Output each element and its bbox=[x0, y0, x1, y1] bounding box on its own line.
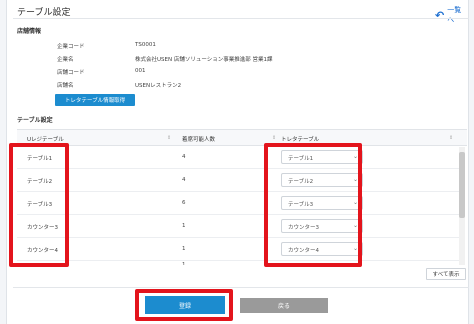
back-arrow-icon: ↶ bbox=[435, 8, 445, 22]
highlight-uregi-column bbox=[9, 143, 69, 267]
table-row: 1 bbox=[17, 261, 460, 265]
company-name-value: 株式会社USEN 店舗ソリューション事業推進部 営業1課 bbox=[135, 57, 273, 63]
footer-divider bbox=[13, 287, 469, 288]
table-row: カウンター4 1 カウンター4 ⌄ bbox=[17, 238, 460, 261]
seat-count-cell: 1 bbox=[182, 223, 186, 229]
table-header: Uレジテーブル ⇕ 着席可能人数 ⇕ トレタテーブル ⇕ bbox=[17, 130, 467, 146]
sort-icon[interactable]: ⇕ bbox=[449, 135, 453, 141]
company-name-label: 企業名 bbox=[57, 57, 74, 63]
fetch-toreta-tables-button[interactable]: トレタテーブル情報取得 bbox=[55, 94, 135, 106]
sort-icon[interactable]: ⇕ bbox=[167, 135, 171, 141]
highlight-toreta-column bbox=[264, 143, 362, 267]
table-scrollbar-thumb[interactable] bbox=[459, 152, 465, 218]
header-divider bbox=[13, 18, 469, 19]
table-row: テーブル1 4 テーブル1 ⌄ bbox=[17, 146, 460, 169]
table-row: テーブル2 4 テーブル2 ⌄ bbox=[17, 169, 460, 192]
main-panel: テーブル設定 ↶ 一覧へ 店舗情報 企業コード TS0001 企業名 株式会社U… bbox=[6, 0, 469, 324]
store-name-value: USENレストラン2 bbox=[135, 83, 182, 89]
col-uregi-table[interactable]: Uレジテーブル bbox=[27, 135, 64, 143]
seat-count-cell: 6 bbox=[182, 200, 186, 206]
sort-icon[interactable]: ⇕ bbox=[272, 135, 276, 141]
back-to-list-link[interactable]: ↶ 一覧へ bbox=[435, 5, 468, 25]
seat-count-cell: 4 bbox=[182, 177, 186, 183]
show-all-button[interactable]: すべて表示 bbox=[426, 268, 466, 280]
col-toreta-table[interactable]: トレタテーブル bbox=[281, 135, 319, 143]
store-code-value: 001 bbox=[135, 68, 146, 74]
col-seat-count[interactable]: 着席可能人数 bbox=[182, 135, 215, 143]
company-code-value: TS0001 bbox=[135, 42, 156, 48]
app-frame: テーブル設定 ↶ 一覧へ 店舗情報 企業コード TS0001 企業名 株式会社U… bbox=[0, 0, 474, 324]
page-title: テーブル設定 bbox=[17, 8, 71, 18]
table-settings-heading: テーブル設定 bbox=[17, 117, 53, 124]
cancel-button[interactable]: 戻る bbox=[240, 298, 328, 313]
store-code-label: 店舗コード bbox=[57, 70, 85, 76]
seat-count-cell: 4 bbox=[182, 154, 186, 160]
company-code-label: 企業コード bbox=[57, 44, 85, 50]
back-label: 一覧へ bbox=[447, 6, 462, 24]
table-row: テーブル3 6 テーブル3 ⌄ bbox=[17, 192, 460, 215]
store-name-label: 店舗名 bbox=[57, 83, 74, 89]
save-button[interactable]: 登録 bbox=[145, 296, 225, 314]
table-settings-grid: Uレジテーブル ⇕ 着席可能人数 ⇕ トレタテーブル ⇕ テーブル1 4 テーブ… bbox=[17, 129, 467, 265]
seat-count-cell: 1 bbox=[182, 262, 186, 265]
table-row: カウンター3 1 カウンター3 ⌄ bbox=[17, 215, 460, 238]
seat-count-cell: 1 bbox=[182, 246, 186, 252]
store-info-heading: 店舗情報 bbox=[17, 28, 42, 35]
